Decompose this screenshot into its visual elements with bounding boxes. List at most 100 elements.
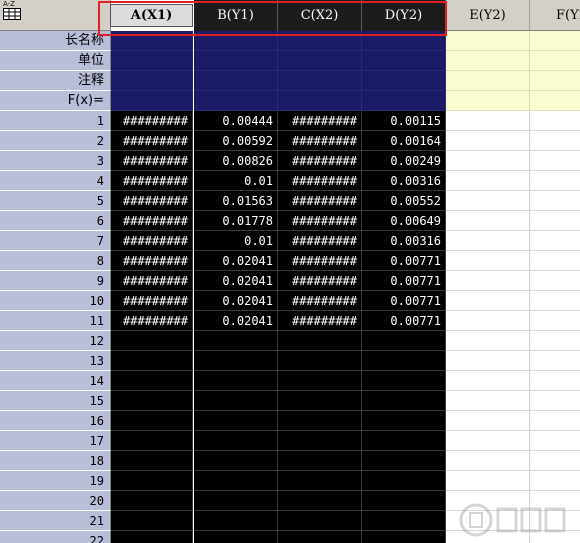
- table-cell[interactable]: [194, 391, 278, 411]
- table-cell[interactable]: [362, 351, 446, 371]
- table-cell[interactable]: 0.00592: [194, 131, 278, 151]
- table-cell[interactable]: [446, 111, 530, 131]
- row-header-15[interactable]: 15: [0, 391, 111, 411]
- row-header-14[interactable]: 14: [0, 371, 111, 391]
- table-cell[interactable]: 0.00771: [362, 311, 446, 331]
- table-cell[interactable]: [446, 171, 530, 191]
- table-cell[interactable]: #########: [111, 191, 193, 211]
- table-cell[interactable]: 0.02041: [194, 251, 278, 271]
- table-cell[interactable]: #########: [111, 171, 193, 191]
- table-cell[interactable]: [446, 131, 530, 151]
- table-cell[interactable]: [446, 231, 530, 251]
- table-cell[interactable]: [530, 411, 580, 431]
- table-cell[interactable]: [530, 471, 580, 491]
- table-cell[interactable]: [530, 111, 580, 131]
- table-cell[interactable]: 0.01: [194, 231, 278, 251]
- table-cell[interactable]: [111, 391, 193, 411]
- table-cell[interactable]: #########: [111, 311, 193, 331]
- column-header-4[interactable]: E(Y2): [446, 0, 530, 31]
- table-cell[interactable]: [446, 151, 530, 171]
- table-cell[interactable]: [111, 351, 193, 371]
- meta-cell[interactable]: [278, 91, 362, 111]
- table-cell[interactable]: [446, 291, 530, 311]
- meta-cell[interactable]: [194, 71, 278, 91]
- row-header-20[interactable]: 20: [0, 491, 111, 511]
- row-header-13[interactable]: 13: [0, 351, 111, 371]
- meta-cell[interactable]: [362, 51, 446, 71]
- table-cell[interactable]: #########: [111, 231, 193, 251]
- table-cell[interactable]: [530, 291, 580, 311]
- row-header-meta-0[interactable]: 长名称: [0, 31, 111, 51]
- row-header-meta-3[interactable]: F(x)=: [0, 91, 111, 111]
- table-cell[interactable]: [530, 131, 580, 151]
- table-cell[interactable]: [446, 311, 530, 331]
- table-cell[interactable]: #########: [278, 291, 362, 311]
- row-header-3[interactable]: 3: [0, 151, 111, 171]
- table-cell[interactable]: #########: [111, 151, 193, 171]
- table-cell[interactable]: 0.01563: [194, 191, 278, 211]
- table-cell[interactable]: [446, 451, 530, 471]
- table-cell[interactable]: [194, 471, 278, 491]
- table-cell[interactable]: [446, 271, 530, 291]
- table-cell[interactable]: [446, 191, 530, 211]
- row-header-19[interactable]: 19: [0, 471, 111, 491]
- table-cell[interactable]: #########: [278, 251, 362, 271]
- table-cell[interactable]: #########: [111, 131, 193, 151]
- table-cell[interactable]: #########: [278, 271, 362, 291]
- table-cell[interactable]: [194, 411, 278, 431]
- table-cell[interactable]: #########: [278, 191, 362, 211]
- table-cell[interactable]: [278, 391, 362, 411]
- table-cell[interactable]: 0.00444: [194, 111, 278, 131]
- table-cell[interactable]: #########: [111, 111, 193, 131]
- table-cell[interactable]: [446, 211, 530, 231]
- table-cell[interactable]: #########: [278, 111, 362, 131]
- table-cell[interactable]: [278, 491, 362, 511]
- table-cell[interactable]: [530, 431, 580, 451]
- table-cell[interactable]: [362, 371, 446, 391]
- meta-cell[interactable]: [278, 71, 362, 91]
- table-cell[interactable]: #########: [278, 131, 362, 151]
- table-cell[interactable]: [530, 211, 580, 231]
- table-cell[interactable]: [446, 411, 530, 431]
- table-cell[interactable]: [446, 351, 530, 371]
- table-cell[interactable]: 0.00316: [362, 231, 446, 251]
- row-header-18[interactable]: 18: [0, 451, 111, 471]
- table-cell[interactable]: 0.00826: [194, 151, 278, 171]
- table-cell[interactable]: [278, 331, 362, 351]
- table-cell[interactable]: 0.00771: [362, 251, 446, 271]
- table-cell[interactable]: [194, 371, 278, 391]
- meta-cell[interactable]: [194, 91, 278, 111]
- table-cell[interactable]: #########: [278, 311, 362, 331]
- table-cell[interactable]: [530, 171, 580, 191]
- row-header-1[interactable]: 1: [0, 111, 111, 131]
- table-cell[interactable]: #########: [111, 251, 193, 271]
- table-cell[interactable]: [530, 311, 580, 331]
- meta-cell[interactable]: [362, 71, 446, 91]
- table-cell[interactable]: 0.00771: [362, 291, 446, 311]
- table-cell[interactable]: [530, 451, 580, 471]
- table-cell[interactable]: #########: [111, 291, 193, 311]
- row-header-6[interactable]: 6: [0, 211, 111, 231]
- table-cell[interactable]: 0.00316: [362, 171, 446, 191]
- table-cell[interactable]: 0.00771: [362, 271, 446, 291]
- table-cell[interactable]: [111, 471, 193, 491]
- meta-cell[interactable]: [111, 51, 193, 71]
- table-cell[interactable]: 0.01778: [194, 211, 278, 231]
- table-cell[interactable]: [111, 511, 193, 531]
- table-cell[interactable]: [111, 491, 193, 511]
- table-cell[interactable]: [530, 371, 580, 391]
- row-header-meta-1[interactable]: 单位: [0, 51, 111, 71]
- row-header-7[interactable]: 7: [0, 231, 111, 251]
- table-cell[interactable]: [111, 531, 193, 543]
- table-cell[interactable]: [111, 411, 193, 431]
- row-header-10[interactable]: 10: [0, 291, 111, 311]
- table-cell[interactable]: [446, 431, 530, 451]
- table-cell[interactable]: 0.00115: [362, 111, 446, 131]
- table-cell[interactable]: [362, 391, 446, 411]
- meta-cell[interactable]: [446, 31, 530, 51]
- table-cell[interactable]: [278, 411, 362, 431]
- table-cell[interactable]: [194, 451, 278, 471]
- table-cell[interactable]: [530, 151, 580, 171]
- table-cell[interactable]: 0.00249: [362, 151, 446, 171]
- meta-cell[interactable]: [530, 51, 580, 71]
